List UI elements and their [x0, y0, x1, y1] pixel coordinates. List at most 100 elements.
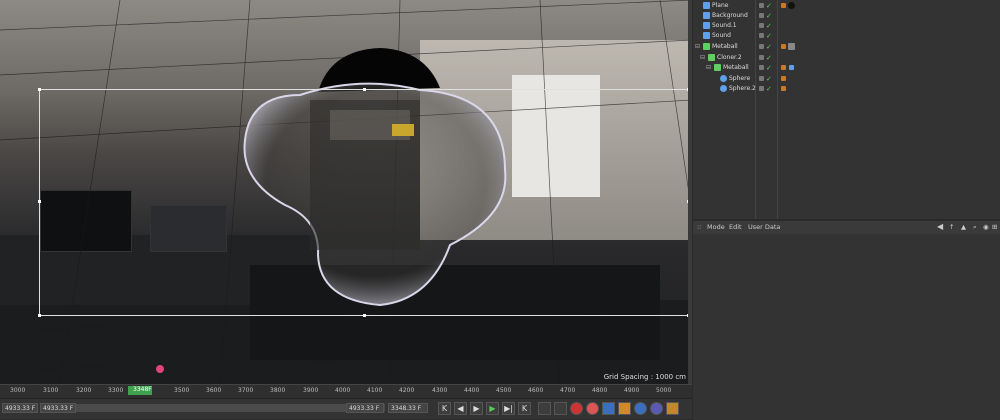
object-row[interactable]: Sphere.2 ✓	[693, 84, 1000, 94]
visibility-dot[interactable]	[759, 33, 764, 38]
visibility-dot[interactable]	[759, 13, 764, 18]
timeline-tick: 3000	[10, 387, 26, 394]
param-key-icon[interactable]	[650, 402, 663, 415]
timeline-tick: 3600	[206, 387, 222, 394]
timeline-tick: 3800	[270, 387, 286, 394]
play-backward-button[interactable]: ▶	[470, 402, 483, 415]
grid-spacing-label: Grid Spacing : 1000 cm	[603, 373, 686, 381]
record-keyframe-icon[interactable]	[570, 402, 583, 415]
play-button[interactable]: ▶	[486, 402, 499, 415]
timeline-tick: 5000	[656, 387, 672, 394]
bbox-handle[interactable]	[38, 314, 41, 317]
enabled-check-icon[interactable]: ✓	[766, 21, 772, 31]
tag-icon[interactable]	[781, 3, 786, 8]
collapse-icon[interactable]: ⊟	[695, 42, 700, 52]
timeline-tick: 4600	[528, 387, 544, 394]
timeline-playhead-label: 3348F	[133, 386, 152, 393]
motion-record-icon[interactable]	[554, 402, 567, 415]
enabled-check-icon[interactable]: ✓	[766, 84, 772, 94]
object-row[interactable]: ⊟ Metaball ✓	[693, 63, 1000, 73]
menu-edit[interactable]: Edit	[729, 223, 742, 231]
enabled-check-icon[interactable]: ✓	[766, 63, 772, 73]
pin-icon[interactable]: ◉	[983, 223, 989, 231]
enabled-check-icon[interactable]: ✓	[766, 74, 772, 84]
object-row[interactable]: Background ✓	[693, 11, 1000, 21]
material-tag-icon[interactable]	[788, 43, 795, 50]
loop-icon[interactable]	[538, 402, 551, 415]
visibility-dot[interactable]	[759, 23, 764, 28]
up-arrow-icon[interactable]: ↑	[949, 223, 954, 231]
timeline-tick: 4700	[560, 387, 576, 394]
timeline-tick: 4400	[464, 387, 480, 394]
sound-icon	[703, 32, 710, 39]
menu-mode[interactable]: Mode	[707, 223, 725, 231]
sound-icon	[703, 22, 710, 29]
timeline-tick: 3500	[174, 387, 190, 394]
previous-key-button[interactable]: ◀	[454, 402, 467, 415]
visibility-dot[interactable]	[759, 44, 764, 49]
object-name: Plane	[712, 2, 729, 9]
range-start-field[interactable]: 4933.33 F	[40, 403, 76, 413]
bbox-handle[interactable]	[38, 88, 41, 91]
object-row[interactable]: Sound ✓	[693, 31, 1000, 41]
collapse-icon[interactable]: ⊟	[700, 53, 705, 63]
search-icon[interactable]: ⌕	[973, 223, 977, 232]
go-to-start-button[interactable]: K	[438, 402, 451, 415]
attribute-menu-bar: ⁝⁝ Mode Edit User Data ◀ ↑ ▲ ⌕ ◉ ⊞	[693, 221, 1000, 234]
lock-icon[interactable]: ▲	[961, 223, 966, 231]
next-key-button[interactable]: ▶|	[502, 402, 515, 415]
tag-icon[interactable]	[781, 65, 786, 70]
menu-user-data[interactable]: User Data	[748, 223, 780, 231]
visibility-dot[interactable]	[759, 55, 764, 60]
object-row[interactable]: Sound.1 ✓	[693, 21, 1000, 31]
move-key-icon[interactable]	[602, 402, 615, 415]
bbox-handle[interactable]	[38, 200, 41, 203]
bbox-handle[interactable]	[363, 314, 366, 317]
object-manager: Plane ✓ Background ✓ Sound.1 ✓ Sound ✓ ⊟…	[693, 0, 1000, 219]
go-to-end-button[interactable]: K	[518, 402, 531, 415]
enabled-check-icon[interactable]: ✓	[766, 31, 772, 41]
autokey-icon[interactable]	[586, 402, 599, 415]
timeline-tick: 3200	[76, 387, 92, 394]
object-row[interactable]: Plane ✓	[693, 1, 1000, 11]
tag-icon[interactable]	[781, 76, 786, 81]
range-end-field[interactable]: 4933.33 F	[346, 403, 384, 413]
metaball-icon	[714, 64, 721, 71]
pla-key-icon[interactable]	[666, 402, 679, 415]
viewport-scrollbar[interactable]	[688, 0, 692, 384]
timeline-tick: 4100	[367, 387, 383, 394]
visibility-dot[interactable]	[759, 76, 764, 81]
enabled-check-icon[interactable]: ✓	[766, 11, 772, 21]
start-frame-field[interactable]: 4933.33 F	[2, 403, 38, 413]
viewport-3d[interactable]: Grid Spacing : 1000 cm	[0, 0, 692, 384]
rotate-key-icon[interactable]	[634, 402, 647, 415]
new-window-icon[interactable]: ⊞	[992, 223, 997, 231]
visibility-dot[interactable]	[759, 65, 764, 70]
current-frame-field[interactable]: 3348.33 F	[388, 403, 428, 413]
metaball-icon	[703, 43, 710, 50]
tag-icon[interactable]	[789, 65, 794, 70]
enabled-check-icon[interactable]: ✓	[766, 53, 772, 63]
object-name: Metaball	[723, 64, 749, 71]
tag-icon[interactable]	[781, 44, 786, 49]
material-tag-icon[interactable]	[788, 2, 795, 9]
object-row[interactable]: ⊟ Metaball ✓	[693, 42, 1000, 52]
enabled-check-icon[interactable]: ✓	[766, 1, 772, 11]
collapse-icon[interactable]: ⊟	[706, 63, 711, 73]
object-row[interactable]: Sphere ✓	[693, 74, 1000, 84]
bbox-handle[interactable]	[363, 88, 366, 91]
tag-icon[interactable]	[781, 86, 786, 91]
visibility-dot[interactable]	[759, 86, 764, 91]
timeline-tick: 3900	[303, 387, 319, 394]
visibility-dot[interactable]	[759, 3, 764, 8]
back-arrow-icon[interactable]: ◀	[937, 222, 943, 231]
grid-icon[interactable]: ⁝⁝	[697, 223, 701, 231]
transport-bar: 4933.33 F 4933.33 F 4933.33 F 3348.33 F …	[0, 398, 692, 419]
object-row[interactable]: ⊟ Cloner.2 ✓	[693, 53, 1000, 63]
timeline-ruler[interactable]: 3000 3100 3200 3300 3500 3600 3700 3800 …	[0, 384, 692, 399]
scale-key-icon[interactable]	[618, 402, 631, 415]
timeline-tick: 4200	[399, 387, 415, 394]
enabled-check-icon[interactable]: ✓	[766, 42, 772, 52]
range-slider[interactable]: 4933.33 F 4933.33 F	[40, 403, 385, 413]
selection-bounding-box	[38, 88, 690, 317]
